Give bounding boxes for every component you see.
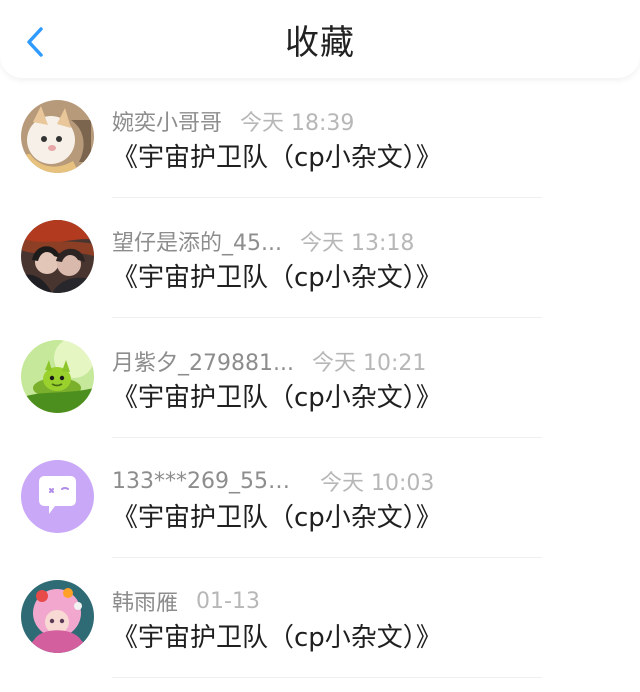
username[interactable]: 婉奕小哥哥 [112,105,222,137]
list-item[interactable]: 望仔是添的_45... 今天 13:18 《宇宙护卫队（cp小杂文）》 [0,198,640,318]
username[interactable]: 望仔是添的_45... [112,225,282,257]
green-creature-avatar-icon[interactable] [21,340,94,413]
item-meta: 133***269_558... 今天 10:03 [112,466,435,497]
chat-bubble-avatar-icon[interactable] [21,460,94,533]
timestamp: 今天 10:21 [311,351,427,376]
page-title: 收藏 [285,23,355,63]
item-meta: 望仔是添的_45... 今天 13:18 [112,226,414,256]
cat-avatar-icon[interactable] [21,100,94,173]
timestamp: 01-13 [196,588,260,614]
favorite-title[interactable]: 《宇宙护卫队（cp小杂文）》 [112,380,442,416]
username[interactable]: 韩雨雁 [112,585,178,617]
timestamp: 今天 18:39 [240,111,355,136]
couple-avatar-icon[interactable] [21,220,94,293]
timestamp: 今天 13:18 [299,231,415,256]
item-meta: 韩雨雁 01-13 [112,585,260,617]
list-item[interactable]: 133***269_558... 今天 10:03 《宇宙护卫队（cp小杂文）》 [0,438,640,558]
favorites-screen: 收藏 婉奕小哥哥 今天 18:39 《宇宙护卫队（cp小杂文）》 望仔是添的_4… [0,0,640,692]
item-meta: 婉奕小哥哥 今天 18:39 [112,106,354,136]
favorites-list: 婉奕小哥哥 今天 18:39 《宇宙护卫队（cp小杂文）》 望仔是添的_45..… [0,78,640,678]
username[interactable]: 月紫夕_279881... [112,345,294,377]
item-meta: 月紫夕_279881... 今天 10:21 [112,346,426,376]
username[interactable]: 133***269_558... [112,469,302,494]
list-item[interactable]: 韩雨雁 01-13 《宇宙护卫队（cp小杂文）》 [0,558,640,678]
girl-avatar-icon[interactable] [21,580,94,653]
favorite-title[interactable]: 《宇宙护卫队（cp小杂文）》 [112,500,442,536]
favorite-title[interactable]: 《宇宙护卫队（cp小杂文）》 [112,260,442,296]
top-bar: 收藏 [0,0,640,78]
favorite-title[interactable]: 《宇宙护卫队（cp小杂文）》 [112,140,442,176]
favorite-title[interactable]: 《宇宙护卫队（cp小杂文）》 [112,620,442,656]
timestamp: 今天 10:03 [320,471,435,496]
list-item[interactable]: 月紫夕_279881... 今天 10:21 《宇宙护卫队（cp小杂文）》 [0,318,640,438]
list-item[interactable]: 婉奕小哥哥 今天 18:39 《宇宙护卫队（cp小杂文）》 [0,78,640,198]
